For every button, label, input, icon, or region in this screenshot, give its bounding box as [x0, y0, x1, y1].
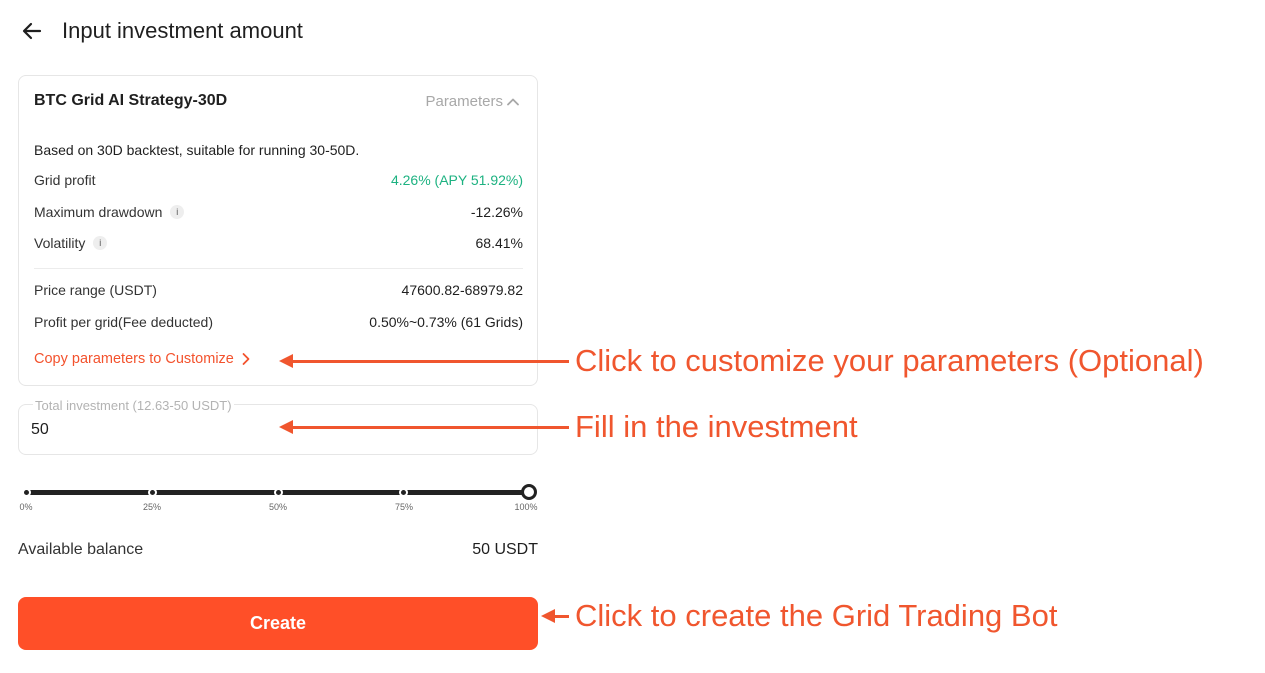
page-header: Input investment amount [18, 14, 303, 48]
stat-value: -12.26% [470, 204, 523, 220]
parameters-toggle[interactable]: Parameters [425, 93, 520, 110]
slider-thumb[interactable] [521, 484, 537, 500]
stat-label: Profit per grid(Fee deducted) [34, 314, 213, 330]
stat-label: Maximum drawdown [34, 204, 163, 220]
arrow-left-pointer-icon [279, 354, 293, 368]
arrow-left-pointer-icon [541, 609, 555, 623]
annotation-line [293, 425, 569, 429]
chevron-right-icon [242, 353, 250, 365]
back-button[interactable] [18, 17, 46, 45]
stat-row-max-drawdown: Maximum drawdown i -12.26% [34, 204, 523, 220]
annotation-investment: Fill in the investment [279, 409, 858, 445]
stat-label: Grid profit [34, 172, 96, 188]
strategy-name: BTC Grid AI Strategy-30D [34, 92, 228, 109]
stat-value: 68.41% [475, 235, 523, 251]
stat-value: 47600.82-68979.82 [401, 282, 523, 298]
stat-label: Volatility [34, 235, 86, 251]
stat-row-price-range: Price range (USDT) 47600.82-68979.82 [34, 282, 523, 298]
info-icon[interactable]: i [170, 205, 185, 219]
slider-tick-label: 0% [19, 502, 33, 512]
balance-value: 50 USDT [472, 541, 538, 558]
copy-parameters-label: Copy parameters to Customize [34, 351, 234, 367]
annotation-line [555, 614, 569, 618]
slider-stop-0[interactable] [22, 488, 31, 497]
divider [34, 268, 523, 269]
annotation-line [293, 359, 569, 363]
stat-value: 0.50%~0.73% (61 Grids) [369, 314, 523, 330]
arrow-left-pointer-icon [279, 420, 293, 434]
strategy-description: Based on 30D backtest, suitable for runn… [34, 142, 360, 158]
balance-label: Available balance [18, 541, 144, 558]
stat-label-wrap: Maximum drawdown i [34, 204, 185, 220]
stat-label: Price range (USDT) [34, 282, 157, 298]
slider-stop-75[interactable] [399, 488, 408, 497]
stat-row-profit-per-grid: Profit per grid(Fee deducted) 0.50%~0.73… [34, 314, 523, 330]
slider-tick-label: 25% [142, 502, 161, 512]
annotation-create-text: Click to create the Grid Trading Bot [575, 598, 1058, 633]
investment-label: Total investment (12.63-50 USDT) [33, 398, 234, 413]
strategy-card: BTC Grid AI Strategy-30D Parameters Base… [18, 75, 538, 386]
available-balance-row: Available balance 50 USDT [18, 541, 538, 559]
slider-stop-25[interactable] [148, 488, 157, 497]
annotation-customize: Click to customize your parameters (Opti… [279, 343, 1204, 379]
investment-slider[interactable]: 0% 25% 50% 75% 100% [18, 482, 540, 512]
parameters-label: Parameters [425, 93, 503, 110]
slider-tick-label: 75% [394, 502, 413, 512]
stat-label-wrap: Volatility i [34, 235, 108, 251]
annotation-create: Click to create the Grid Trading Bot [541, 598, 1057, 634]
slider-tick-label: 100% [514, 502, 538, 512]
create-button[interactable]: Create [18, 597, 538, 650]
arrow-left-icon [22, 22, 42, 40]
chevron-up-icon [507, 98, 519, 105]
stat-row-volatility: Volatility i 68.41% [34, 235, 523, 251]
slider-stop-50[interactable] [274, 488, 283, 497]
stat-value: 4.26% (APY 51.92%) [390, 172, 523, 188]
annotation-customize-text: Click to customize your parameters (Opti… [575, 343, 1204, 378]
annotation-investment-text: Fill in the investment [575, 409, 858, 444]
slider-tick-label: 50% [268, 502, 287, 512]
stat-row-grid-profit: Grid profit 4.26% (APY 51.92%) [34, 172, 523, 188]
page-title: Input investment amount [62, 18, 303, 43]
copy-parameters-link[interactable]: Copy parameters to Customize [34, 351, 251, 367]
info-icon[interactable]: i [93, 236, 108, 250]
